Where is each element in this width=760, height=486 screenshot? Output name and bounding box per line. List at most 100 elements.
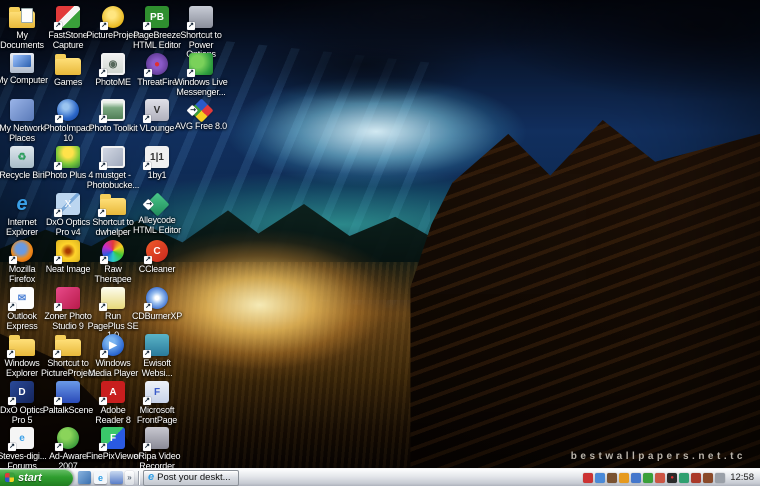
shortcut-arrow-icon: ↗ <box>54 209 62 217</box>
shield-icon[interactable] <box>679 473 689 483</box>
camera-icon[interactable] <box>607 473 617 483</box>
desktop: My Documents↗FastStone Capture↗PicturePr… <box>0 0 760 468</box>
shortcut-arrow-icon: ↗ <box>143 443 151 451</box>
paw-icon[interactable] <box>703 473 713 483</box>
shortcut-arrow-icon: ↗ <box>55 115 63 123</box>
windows-flag-icon <box>5 473 14 482</box>
quick-launch-overflow-button[interactable]: » <box>125 471 134 485</box>
desktop-screen: My Documents↗FastStone Capture↗PicturePr… <box>0 0 760 486</box>
1by1-icon: 1|1↗ <box>145 146 169 168</box>
shortcut-arrow-icon: ↗ <box>100 256 108 264</box>
shortcut-arrow-icon: ↗ <box>99 69 107 77</box>
zoner-photo-studio-9-icon: ↗ <box>56 287 80 309</box>
alleycode-html-editor-icon: ↗ <box>145 192 169 216</box>
microsoft-frontpage-icon: F↗ <box>145 381 169 403</box>
blue-app-icon[interactable] <box>631 473 641 483</box>
desktop-icon-cdburnerxp[interactable]: ↗CDBurnerXP <box>130 287 184 322</box>
desktop-icon-alleycode-html-editor[interactable]: ↗ Alleycode HTML Editor <box>130 193 184 235</box>
desktop-icon-1by1[interactable]: 1|1↗ 1by1 <box>130 146 184 181</box>
desktop-icon-windows-live-messenger[interactable]: ↗Windows Live Messenger... <box>174 53 228 97</box>
iphoto-plus-4-icon: ↗ <box>56 146 80 168</box>
shortcut-arrow-icon: ↗ <box>144 303 152 311</box>
taskbar-clock[interactable]: 12:58 <box>725 472 760 483</box>
shortcut-arrow-icon: ↗ <box>99 115 107 123</box>
shortcut-arrow-icon: ↗ <box>54 397 62 405</box>
desktop-icon-shortcut-to-power-options[interactable]: ↗Shortcut to Power Options <box>174 6 228 60</box>
tv-tuner-icon[interactable] <box>655 473 665 483</box>
pagebreeze-html-editor-icon: PB↗ <box>145 6 169 28</box>
cdburnerxp-icon: ↗ <box>146 287 168 309</box>
icon-label: Alleycode HTML Editor <box>130 216 184 235</box>
internet-explorer-icon: e <box>148 472 154 483</box>
my-documents-icon <box>9 11 35 28</box>
padlock-icon[interactable] <box>619 473 629 483</box>
adobe-reader-8-icon: A↗ <box>101 381 125 403</box>
wallpaper-watermark: bestwallpapers.net.tc <box>571 451 746 462</box>
messenger-globe-icon[interactable] <box>595 473 605 483</box>
task-button-label: Post your deskt... <box>157 472 230 483</box>
mozilla-firefox-icon: ↗ <box>11 240 33 262</box>
icon-label: CCleaner <box>130 265 184 275</box>
desktop-icon-grid: My Documents↗FastStone Capture↗PicturePr… <box>0 0 760 468</box>
shortcut-arrow-icon: ↗ <box>54 303 62 311</box>
windows-media-player-icon: ▶↗ <box>102 334 124 356</box>
windows-explorer-icon: ↗ <box>9 339 35 356</box>
mustget-photobucke-icon: ↗ <box>101 146 125 168</box>
shortcut-arrow-icon: ↗ <box>187 69 195 77</box>
shortcut-to-dwhelper-icon: ↗ <box>100 198 126 215</box>
icon-label: 1by1 <box>130 171 184 181</box>
threatfire-icon: ●↗ <box>146 53 168 75</box>
shortcut-arrow-icon: ↗ <box>7 350 15 358</box>
shortcut-arrow-icon: ↗ <box>186 105 197 116</box>
desktop-icon-avg-free-8-0[interactable]: ↗ AVG Free 8.0 <box>174 99 228 132</box>
icon-label: AVG Free 8.0 <box>174 122 228 132</box>
recorder-icon[interactable] <box>715 473 725 483</box>
desktop-icon-ewisoft-websi[interactable]: ↗Ewisoft Websi... <box>130 334 184 378</box>
show-desktop-icon[interactable] <box>78 471 91 484</box>
shortcut-arrow-icon: ↗ <box>100 22 108 30</box>
threatfire-icon[interactable]: ● <box>667 473 677 483</box>
shortcut-arrow-icon: ↗ <box>99 443 107 451</box>
photome-icon: ◉↗ <box>101 53 125 75</box>
shortcut-arrow-icon: ↗ <box>54 22 62 30</box>
run-pageplus-se-1-0-icon: ↗ <box>101 287 125 309</box>
shortcut-arrow-icon: ↗ <box>143 397 151 405</box>
ad-aware-2007-icon: ↗ <box>57 427 79 449</box>
finepixviewer-icon: F↗ <box>101 427 125 449</box>
shortcut-arrow-icon: ↗ <box>8 303 16 311</box>
red-alert-icon[interactable] <box>583 473 593 483</box>
outlook-express-icon: ✉↗ <box>10 287 34 309</box>
raw-therapee-icon: ↗ <box>102 240 124 262</box>
quick-launch-bar: e <box>78 471 123 484</box>
icon-label: Windows Live Messenger... <box>174 78 228 97</box>
system-tray: ● <box>579 473 725 483</box>
task-button-post-your-desktop[interactable]: e Post your deskt... <box>143 470 239 486</box>
taskbar-separator <box>138 471 139 485</box>
start-button[interactable]: start <box>0 469 73 486</box>
shortcut-arrow-icon: ↗ <box>142 199 153 210</box>
internet-explorer-icon[interactable]: e <box>94 471 107 484</box>
oripa-video-recorder-icon: ↗ <box>145 427 169 449</box>
shortcut-arrow-icon: ↗ <box>8 397 16 405</box>
volume-icon[interactable] <box>691 473 701 483</box>
desktop-icon-oripa-video-recorder[interactable]: ↗oRipa Video Recorder <box>130 427 184 468</box>
green-app-icon[interactable] <box>643 473 653 483</box>
shortcut-arrow-icon: ↗ <box>144 69 152 77</box>
window-icon[interactable] <box>110 471 123 484</box>
shortcut-arrow-icon: ↗ <box>144 256 152 264</box>
shortcut-arrow-icon: ↗ <box>100 350 108 358</box>
icon-label: Microsoft FrontPage <box>130 406 184 425</box>
shortcut-arrow-icon: ↗ <box>55 443 63 451</box>
shortcut-arrow-icon: ↗ <box>53 350 61 358</box>
dxo-optics-pro-v4-icon: X↗ <box>56 193 80 215</box>
photoimpact-10-icon: ↗ <box>57 99 79 121</box>
ewisoft-websi-icon: ↗ <box>145 334 169 356</box>
vlounge-icon: V↗ <box>145 99 169 121</box>
shortcut-arrow-icon: ↗ <box>98 209 106 217</box>
neat-image-icon: ↗ <box>56 240 80 262</box>
desktop-icon-ccleaner[interactable]: C↗CCleaner <box>130 240 184 275</box>
windows-live-messenger-icon: ↗ <box>189 53 213 75</box>
desktop-icon-microsoft-frontpage[interactable]: F↗ Microsoft FrontPage <box>130 381 184 425</box>
start-label: start <box>18 472 42 484</box>
steves-digi-forums-icon: e↗ <box>10 427 34 449</box>
